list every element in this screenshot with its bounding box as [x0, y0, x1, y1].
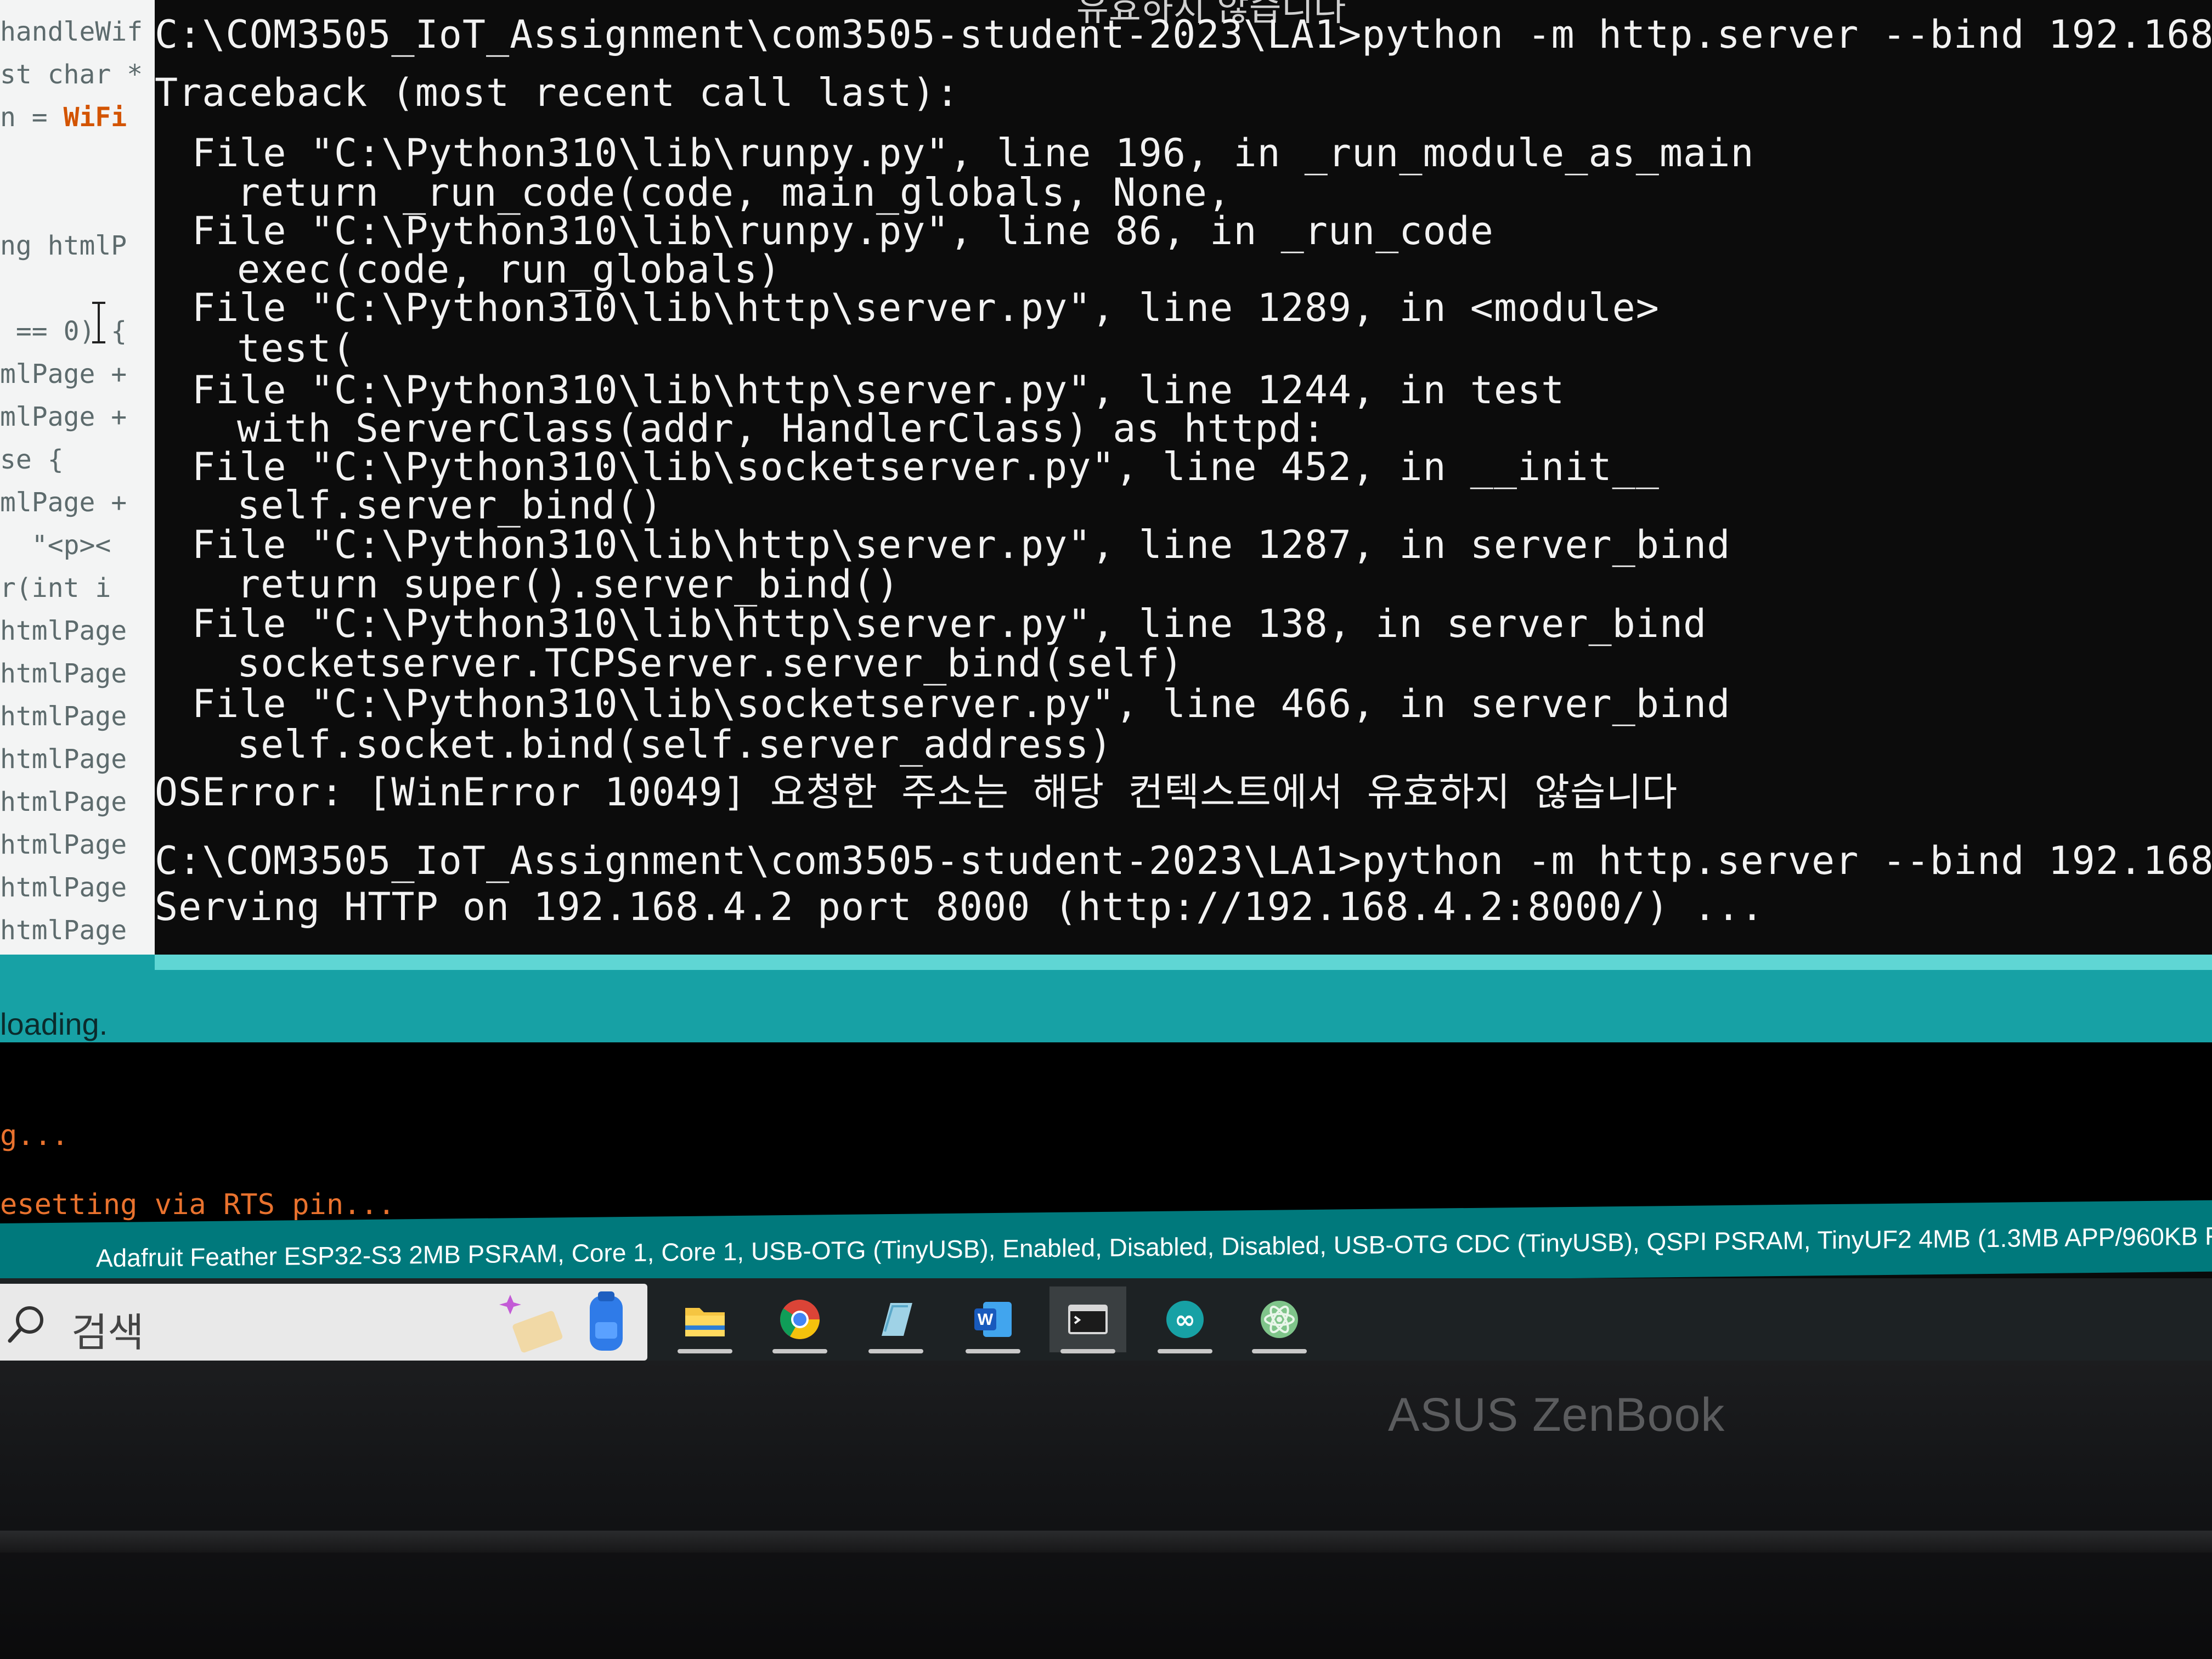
traceback-line: Traceback (most recent call last): [155, 70, 960, 115]
taskbar-app-notepad[interactable] [857, 1286, 934, 1353]
editor-code-line: htmlPage [0, 915, 127, 946]
editor-code-line: se { [0, 444, 64, 475]
editor-code-line: ng htmlP [0, 230, 127, 261]
file-explorer-icon [685, 1308, 725, 1336]
editor-code-line: r(int i [0, 573, 111, 603]
console-output-line: esetting via RTS pin... [0, 1188, 396, 1221]
text-cursor-icon [92, 302, 105, 343]
editor-code-line: n = WiFi [0, 102, 127, 133]
ide-status-highlight [155, 955, 2212, 970]
server-status-line: Serving HTTP on 192.168.4.2 port 8000 (h… [155, 884, 1764, 929]
editor-code-line: htmlPage [0, 658, 127, 689]
board-info-text: Adafruit Feather ESP32-S3 2MB PSRAM, Cor… [96, 1221, 2212, 1273]
taskbar-app-file-explorer[interactable] [667, 1286, 743, 1353]
taskbar-app-terminal[interactable] [1049, 1286, 1126, 1353]
ide-status-text: loading. [0, 1007, 108, 1041]
taskbar-app-word[interactable]: W [955, 1286, 1031, 1353]
app-running-indicator [966, 1349, 1020, 1353]
chrome-icon [780, 1300, 820, 1339]
traceback-line: File "C:\Python310\lib\http\server.py", … [192, 601, 1707, 646]
editor-code-line: htmlPage [0, 830, 127, 860]
word-icon: W [974, 1302, 1012, 1337]
editor-code-line: htmlPage [0, 872, 127, 903]
command-prompt-window[interactable]: 유효하지 않습니다 C:\COM3505_IoT_Assignment\com3… [155, 0, 2212, 974]
app-running-indicator [772, 1349, 827, 1353]
search-icon [8, 1306, 43, 1343]
ide-status-bar [0, 955, 2212, 1042]
traceback-line: File "C:\Python310\lib\http\server.py", … [192, 522, 1731, 567]
app-running-indicator [1252, 1349, 1307, 1353]
editor-code-line: htmlPage [0, 744, 127, 775]
atom-icon [1261, 1301, 1298, 1338]
taskbar-app-arduino[interactable]: ∞ [1147, 1286, 1223, 1353]
editor-code-line: mlPage + [0, 359, 127, 390]
editor-keyword: WiFi [63, 102, 127, 133]
app-running-indicator [678, 1349, 732, 1353]
command-line: C:\COM3505_IoT_Assignment\com3505-studen… [155, 838, 2212, 883]
arduino-icon: ∞ [1166, 1301, 1204, 1338]
traceback-line: socketserver.TCPServer.server_bind(self) [237, 641, 1184, 686]
editor-code-line: mlPage + [0, 487, 127, 518]
search-highlight-illustration-icon [499, 1291, 623, 1353]
taskbar-app-chrome[interactable] [761, 1286, 838, 1353]
traceback-line: return super().server_bind() [237, 562, 900, 607]
command-line: C:\COM3505_IoT_Assignment\com3505-studen… [155, 12, 2212, 57]
app-running-indicator [1060, 1349, 1115, 1353]
terminal-icon [1068, 1305, 1108, 1334]
arduino-editor-panel[interactable]: handleWif st char * n = WiFi ng htmlP == 0)… [0, 0, 155, 977]
editor-code-text: n = [0, 102, 64, 133]
traceback-line: File "C:\Python310\lib\socketserver.py",… [192, 681, 1731, 726]
app-running-indicator [1158, 1349, 1212, 1353]
search-label: 검색 [71, 1310, 144, 1356]
bezel-rim [0, 1531, 2212, 1553]
taskbar-app-atom[interactable] [1241, 1286, 1318, 1353]
app-running-indicator [868, 1349, 923, 1353]
laptop-brand-logo: ASUS ZenBook [1388, 1389, 1725, 1441]
taskbar-search-box[interactable]: 검색 [0, 1284, 647, 1361]
traceback-line: self.socket.bind(self.server_address) [237, 722, 1113, 767]
editor-code-line: htmlPage [0, 701, 127, 732]
editor-code-line: mlPage + [0, 402, 127, 432]
traceback-line: File "C:\Python310\lib\runpy.py", line 1… [192, 131, 1754, 176]
word-glyph: W [978, 1311, 994, 1329]
notepad-icon [882, 1303, 912, 1336]
console-output-line: g... [0, 1119, 69, 1152]
editor-code-line: "<p>< [0, 530, 111, 561]
traceback-line: File "C:\Python310\lib\http\server.py", … [192, 285, 1660, 330]
laptop-bezel [0, 1361, 2212, 1659]
traceback-line: self.server_bind() [237, 483, 663, 528]
editor-code-line: handleWif [0, 16, 143, 47]
traceback-line: test( [237, 326, 356, 371]
editor-code-line: htmlPage [0, 787, 127, 817]
editor-code-line: st char * [0, 59, 143, 90]
error-message-line: OSError: [WinError 10049] 요청한 주소는 해당 컨텍스… [155, 770, 1678, 815]
editor-code-line: htmlPage [0, 616, 127, 646]
arduino-glyph: ∞ [1175, 1305, 1195, 1334]
